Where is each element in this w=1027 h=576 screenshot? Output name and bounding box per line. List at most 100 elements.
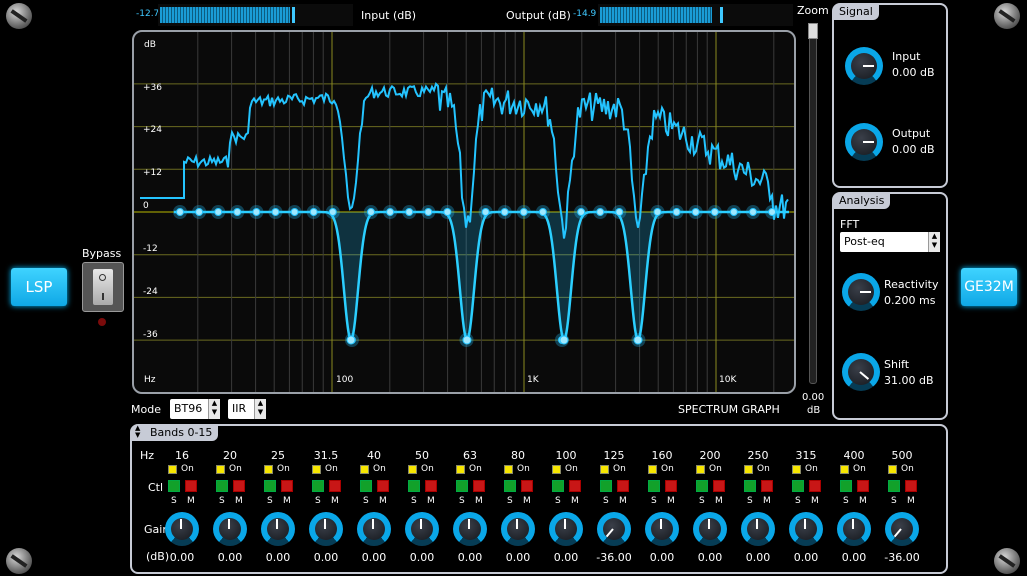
band-solo-button[interactable] <box>840 480 852 492</box>
reactivity-knob[interactable] <box>842 273 880 311</box>
band-on-led[interactable] <box>792 465 801 474</box>
band-mute-button[interactable] <box>521 480 533 492</box>
band-dot[interactable] <box>176 208 184 216</box>
band-dot[interactable] <box>519 208 528 216</box>
band-solo-button[interactable] <box>312 480 324 492</box>
bands-group-select[interactable]: ▲ ▼ Bands 0-15 <box>132 425 219 441</box>
band-dot[interactable] <box>672 208 681 216</box>
band-on-led[interactable] <box>360 465 369 474</box>
band-mute-button[interactable] <box>473 480 485 492</box>
band-dot[interactable] <box>577 208 586 216</box>
fft-spinner-icon[interactable]: ▲ ▼ <box>928 232 940 252</box>
band-mute-button[interactable] <box>329 480 341 492</box>
filter-type-select[interactable]: IIR ▲ ▼ <box>228 399 266 419</box>
band-mute-button[interactable] <box>761 480 773 492</box>
band-solo-button[interactable] <box>408 480 420 492</box>
band-mute-button[interactable] <box>185 480 197 492</box>
band-gain-knob[interactable] <box>213 512 247 546</box>
band-dot[interactable] <box>271 208 280 216</box>
band-gain-knob[interactable] <box>885 512 919 546</box>
band-solo-button[interactable] <box>456 480 468 492</box>
band-mute-button[interactable] <box>617 480 629 492</box>
band-dot[interactable] <box>729 208 738 216</box>
zoom-slider-track[interactable] <box>808 23 818 384</box>
band-gain-knob[interactable] <box>789 512 823 546</box>
band-dot[interactable] <box>749 208 757 216</box>
band-mute-button[interactable] <box>857 480 869 492</box>
band-solo-button[interactable] <box>360 480 372 492</box>
band-dot[interactable] <box>462 335 472 345</box>
band-dot[interactable] <box>367 208 375 216</box>
band-dot[interactable] <box>538 208 547 216</box>
band-dot[interactable] <box>500 208 509 216</box>
band-dot[interactable] <box>328 208 337 216</box>
band-mute-button[interactable] <box>809 480 821 492</box>
band-dot[interactable] <box>252 208 261 216</box>
band-on-led[interactable] <box>648 465 657 474</box>
band-dot[interactable] <box>481 208 490 216</box>
band-solo-button[interactable] <box>216 480 228 492</box>
mode-select[interactable]: BT96 ▲ ▼ <box>170 399 220 419</box>
band-mute-button[interactable] <box>665 480 677 492</box>
band-solo-button[interactable] <box>792 480 804 492</box>
band-solo-button[interactable] <box>744 480 756 492</box>
band-solo-button[interactable] <box>600 480 612 492</box>
lsp-logo-button[interactable]: LSP <box>11 268 67 306</box>
band-dot[interactable] <box>633 335 643 345</box>
band-gain-knob[interactable] <box>693 512 727 546</box>
band-dot[interactable] <box>653 208 662 216</box>
band-gain-knob[interactable] <box>645 512 679 546</box>
plugin-model-button[interactable]: GE32M <box>961 268 1017 306</box>
band-solo-button[interactable] <box>696 480 708 492</box>
band-on-led[interactable] <box>216 465 225 474</box>
band-gain-knob[interactable] <box>501 512 535 546</box>
band-dot[interactable] <box>309 208 318 216</box>
band-mute-button[interactable] <box>569 480 581 492</box>
band-dot[interactable] <box>405 208 414 216</box>
band-on-led[interactable] <box>888 465 897 474</box>
band-dot[interactable] <box>233 208 242 216</box>
output-gain-knob[interactable] <box>845 123 883 161</box>
shift-knob[interactable] <box>842 353 880 391</box>
band-dot[interactable] <box>559 335 569 345</box>
band-on-led[interactable] <box>552 465 561 474</box>
band-dot[interactable] <box>768 208 777 216</box>
band-on-led[interactable] <box>264 465 273 474</box>
bands-spinner-icon[interactable]: ▲ ▼ <box>135 425 140 439</box>
input-gain-knob[interactable] <box>845 47 883 85</box>
band-dot[interactable] <box>214 208 223 216</box>
fft-select[interactable]: Post-eq ▲ ▼ <box>840 232 940 252</box>
band-gain-knob[interactable] <box>741 512 775 546</box>
band-gain-knob[interactable] <box>405 512 439 546</box>
band-on-led[interactable] <box>456 465 465 474</box>
band-on-led[interactable] <box>744 465 753 474</box>
band-dot[interactable] <box>710 208 719 216</box>
band-dot[interactable] <box>195 208 204 216</box>
band-solo-button[interactable] <box>888 480 900 492</box>
band-mute-button[interactable] <box>425 480 437 492</box>
band-on-led[interactable] <box>168 465 177 474</box>
band-mute-button[interactable] <box>905 480 917 492</box>
band-on-led[interactable] <box>504 465 513 474</box>
mode-spinner-icon[interactable]: ▲ ▼ <box>208 399 220 419</box>
band-on-led[interactable] <box>312 465 321 474</box>
bypass-switch[interactable] <box>82 262 124 312</box>
band-gain-knob[interactable] <box>837 512 871 546</box>
band-gain-knob[interactable] <box>261 512 295 546</box>
band-dot[interactable] <box>615 208 624 216</box>
filter-type-spinner-icon[interactable]: ▲ ▼ <box>254 399 266 419</box>
band-gain-knob[interactable] <box>165 512 199 546</box>
band-solo-button[interactable] <box>168 480 180 492</box>
spectrum-graph[interactable]: dB +36 +24 +12 0 -12 -24 -36 Hz 100 1K 1… <box>132 30 796 394</box>
band-gain-knob[interactable] <box>357 512 391 546</box>
band-on-led[interactable] <box>408 465 417 474</box>
band-solo-button[interactable] <box>648 480 660 492</box>
band-solo-button[interactable] <box>552 480 564 492</box>
band-dot[interactable] <box>386 208 395 216</box>
band-solo-button[interactable] <box>264 480 276 492</box>
band-mute-button[interactable] <box>713 480 725 492</box>
band-dot[interactable] <box>424 208 433 216</box>
band-mute-button[interactable] <box>377 480 389 492</box>
band-gain-knob[interactable] <box>597 512 631 546</box>
band-on-led[interactable] <box>696 465 705 474</box>
